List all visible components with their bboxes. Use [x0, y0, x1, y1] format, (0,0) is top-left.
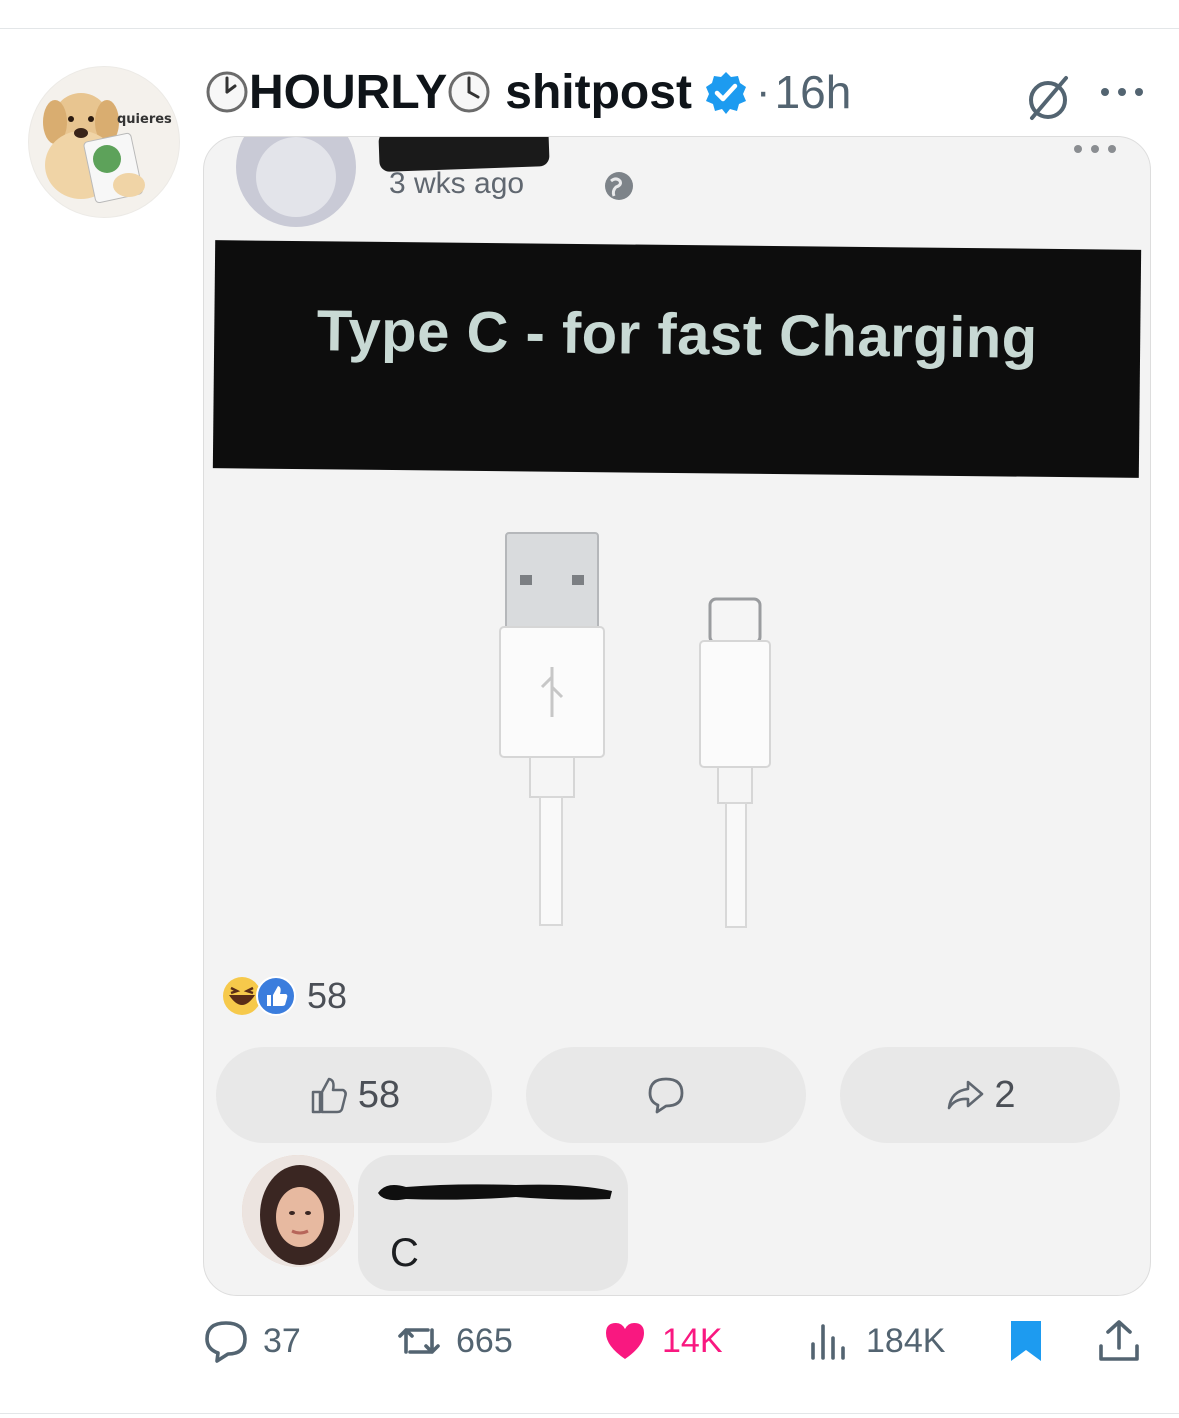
like-button[interactable]: 14K — [602, 1318, 723, 1364]
heart-icon — [606, 1323, 644, 1359]
commenter-avatar — [242, 1155, 354, 1267]
share-button[interactable] — [1096, 1318, 1142, 1364]
author-display-name[interactable]: HOURLY shitpost — [205, 65, 692, 120]
redacted-commenter-name — [378, 1184, 612, 1201]
reply-button[interactable]: 37 — [203, 1318, 301, 1364]
bookmark-button[interactable] — [1003, 1318, 1049, 1364]
author-avatar[interactable]: quieres — [28, 66, 180, 218]
verified-badge-icon[interactable] — [704, 70, 748, 114]
bookmark-icon — [1011, 1321, 1041, 1361]
avatar-caption: quieres — [117, 112, 172, 127]
retweet-icon — [398, 1328, 440, 1354]
clock-emoji-icon — [206, 71, 248, 113]
comment-bubble: C — [358, 1155, 628, 1291]
reactions-summary: 58 — [221, 975, 347, 1017]
user-silhouette-icon — [256, 137, 336, 217]
fb-poster-avatar — [236, 137, 356, 227]
views-count: 184K — [866, 1321, 946, 1360]
puppy-avatar-image — [43, 93, 145, 204]
globe-icon — [605, 172, 633, 200]
author-name-text: HOURLY — [249, 65, 448, 119]
tweet-action-bar: 37 665 14K 184K — [0, 1318, 1179, 1388]
more-options-icon[interactable] — [1095, 78, 1149, 106]
comment-bubble-icon — [648, 1077, 684, 1114]
separator-dot: · — [755, 67, 771, 116]
like-count: 14K — [662, 1321, 723, 1360]
comment-text: C — [390, 1231, 419, 1275]
share-upload-icon — [1099, 1320, 1139, 1361]
tweet-timestamp[interactable]: 16h — [775, 65, 852, 119]
fb-share-button: 2 — [840, 1047, 1120, 1143]
fb-like-button: 58 — [216, 1047, 492, 1143]
author-row: HOURLY shitpost · 16h — [205, 60, 851, 124]
usb-cables-image — [499, 532, 771, 928]
author-name-suffix: shitpost — [505, 65, 692, 119]
banner-text: Type C - for fast Charging — [316, 298, 1038, 371]
like-reaction-icon — [256, 976, 296, 1016]
share-arrow-icon — [948, 1080, 984, 1110]
fb-like-count: 58 — [357, 1073, 401, 1116]
retweet-count: 665 — [456, 1321, 513, 1360]
post-banner: Type C - for fast Charging — [212, 240, 1142, 478]
clock-emoji-icon — [448, 71, 490, 113]
fb-comment-button — [526, 1047, 806, 1143]
bottom-divider — [0, 1413, 1179, 1414]
fb-more-icon — [1074, 145, 1116, 153]
commenter-photo — [242, 1155, 354, 1267]
top-divider — [0, 28, 1179, 29]
fb-share-count: 2 — [994, 1073, 1016, 1116]
reply-icon — [205, 1321, 247, 1363]
thumbs-up-icon — [311, 1077, 347, 1114]
views-chart-icon — [811, 1324, 845, 1360]
reactions-count: 58 — [307, 975, 348, 1016]
reply-count: 37 — [263, 1321, 301, 1360]
fb-post-time: 3 wks ago — [389, 167, 525, 200]
views-button[interactable]: 184K — [806, 1318, 945, 1364]
retweet-button[interactable]: 665 — [396, 1318, 513, 1364]
tweet-media-image[interactable]: 3 wks ago Type C - for fast Charging 58 … — [203, 136, 1151, 1296]
grok-icon[interactable] — [1022, 72, 1074, 124]
